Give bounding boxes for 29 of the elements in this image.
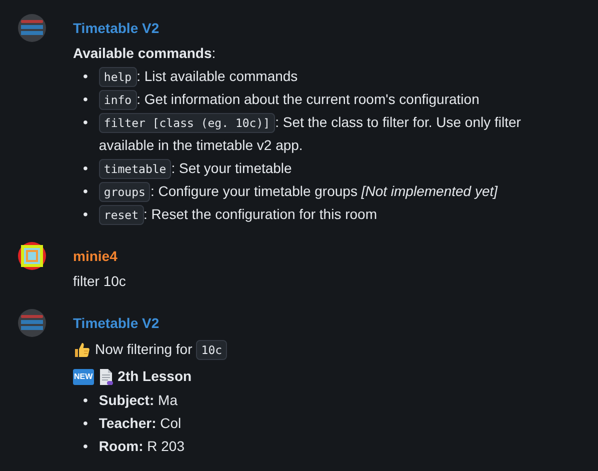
lesson-detail: Subject: Ma: [98, 391, 178, 410]
thumbs-up-icon: [73, 340, 91, 358]
command-text: help : List available commands: [98, 65, 298, 88]
command-text: reset : Reset the configuration for this room: [98, 203, 377, 226]
bullet: •: [83, 113, 88, 132]
lesson-title: 2th Lesson: [118, 367, 192, 386]
inline-code: 10c: [196, 340, 228, 360]
command-text: timetable : Set your timetable: [98, 157, 292, 180]
message-text: filter 10c: [73, 272, 127, 291]
sender-name[interactable]: Timetable V2: [73, 14, 160, 42]
document-icon: [98, 368, 114, 386]
status-text: Now filtering for: [95, 340, 192, 359]
heading-text: Available commands:: [73, 44, 217, 63]
command-text: info : Get information about the current room's configuration: [98, 88, 480, 111]
lesson-detail: Teacher: Col: [98, 414, 182, 433]
bullet: •: [83, 437, 88, 456]
lesson-detail: Room: R 203: [98, 437, 184, 456]
bullet: •: [83, 182, 88, 201]
bullet: •: [83, 159, 88, 178]
bullet: •: [83, 90, 88, 109]
command-text: filter [class (eg. 10c)] : Set the class to filter for. Use only filter available in the timetable v2 app.: [98, 112, 522, 155]
sender-name[interactable]: minie4: [73, 242, 118, 270]
bullet: •: [83, 391, 88, 410]
new-badge: NEW: [73, 368, 94, 384]
bullet: •: [83, 205, 88, 224]
sender-name[interactable]: Timetable V2: [73, 309, 160, 337]
command-text: groups : Configure your timetable groups [Not implemented yet]: [98, 180, 498, 203]
bullet: •: [83, 414, 88, 433]
bullet: •: [83, 67, 88, 86]
